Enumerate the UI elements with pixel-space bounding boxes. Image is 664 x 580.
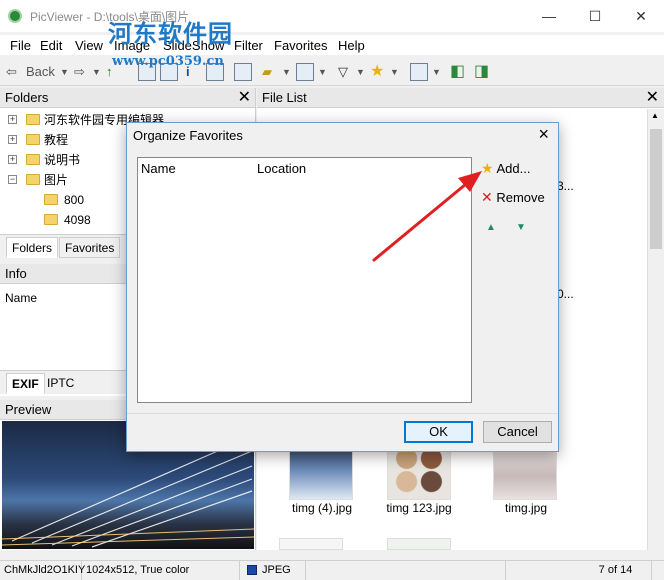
add-button-label: Add...: [496, 161, 531, 176]
move-up-icon[interactable]: ▲: [486, 219, 496, 237]
move-down-icon[interactable]: ▼: [516, 219, 526, 237]
close-button[interactable]: ✕: [618, 0, 664, 32]
status-filename: ChMkJld2O1KIY: [0, 561, 85, 580]
back-dropdown-icon[interactable]: ▼: [60, 62, 69, 82]
menu-bar: File Edit View Image SlideShow Filter Fa…: [0, 35, 664, 55]
menu-help[interactable]: Help: [338, 38, 365, 53]
open-dropdown-icon[interactable]: ▼: [282, 62, 291, 82]
file-list-scrollbar[interactable]: ▲: [647, 109, 664, 550]
scroll-up-icon[interactable]: ▲: [651, 111, 659, 120]
favorites-dropdown-icon[interactable]: ▼: [390, 62, 399, 82]
thumbnail-grid-icon[interactable]: [410, 63, 428, 81]
remove-x-icon: ✕: [481, 189, 493, 205]
watermark-logo: 河东软件园: [108, 19, 233, 48]
preview-panel-title: Preview: [5, 402, 52, 417]
add-favorite-star-icon: ★: [481, 160, 494, 176]
favorites-list[interactable]: Name Location: [137, 157, 472, 403]
thumbnail-image[interactable]: [387, 538, 451, 550]
app-icon: [8, 9, 22, 23]
thumbnail-label[interactable]: timg (4).jpg: [267, 501, 377, 515]
expand-icon[interactable]: +: [8, 155, 17, 164]
expand-icon[interactable]: +: [8, 115, 17, 124]
status-dimensions: 1024x512, True color: [82, 561, 240, 580]
status-empty: [306, 561, 506, 580]
close-folders-panel-icon[interactable]: ✕: [238, 88, 251, 108]
tab-iptc[interactable]: IPTC: [42, 373, 79, 394]
title-bar: PicViewer - D:\tools\桌面\图片 — ☐ ✕: [0, 0, 664, 32]
monitor-icon[interactable]: [296, 63, 314, 81]
tab-exif[interactable]: EXIF: [6, 373, 45, 394]
remove-button[interactable]: ✕ Remove: [481, 188, 545, 207]
folders-panel-header: Folders ✕: [0, 88, 255, 108]
remove-button-label: Remove: [496, 190, 545, 205]
menu-file[interactable]: File: [10, 38, 31, 53]
thumbnail-image[interactable]: [279, 538, 343, 550]
favorites-star-icon[interactable]: ★: [370, 62, 384, 82]
thumbnail-label[interactable]: timg.jpg: [471, 501, 581, 515]
folder-icon: [26, 154, 40, 165]
previous-image-icon[interactable]: ◧: [450, 62, 465, 82]
thumbnail-label[interactable]: timg 123.jpg: [364, 501, 474, 515]
tree-item-label: 说明书: [44, 153, 81, 167]
toolbar: ⇦ Back ▼ ⇨ ▼ ↑ i ▰ ▼ ▼ ▽ ▼ ★ ▼ ▼ ◧ ◨: [0, 58, 664, 86]
watermark-url: www.pc0359.cn: [112, 54, 224, 69]
folder-icon: [26, 134, 40, 145]
minimize-button[interactable]: —: [526, 0, 572, 32]
tab-favorites[interactable]: Favorites: [59, 237, 121, 258]
back-arrow-icon[interactable]: ⇦: [6, 62, 17, 82]
file-label-partial: 3...: [557, 179, 574, 193]
file-label-partial: 0...: [557, 287, 574, 301]
filter-dropdown-icon[interactable]: ▼: [356, 62, 365, 82]
image-format-icon: [247, 565, 257, 575]
tree-item-label: 4098: [64, 213, 91, 227]
maximize-button[interactable]: ☐: [572, 0, 618, 32]
tree-item-label: 图片: [44, 173, 69, 187]
next-image-icon[interactable]: ◨: [474, 62, 489, 82]
menu-edit[interactable]: Edit: [40, 38, 62, 53]
filter-icon[interactable]: ▽: [338, 62, 348, 82]
scrollbar-thumb[interactable]: [650, 129, 662, 249]
menu-filter[interactable]: Filter: [234, 38, 263, 53]
folder-icon: [44, 194, 58, 205]
folders-panel-title: Folders: [5, 90, 49, 105]
info-name-label: Name: [5, 291, 38, 305]
file-list-header: File List ✕: [257, 88, 664, 108]
status-count: 7 of 14: [580, 561, 652, 580]
status-format-label: JPEG: [262, 564, 291, 576]
grid-dropdown-icon[interactable]: ▼: [432, 62, 441, 82]
cancel-button[interactable]: Cancel: [483, 421, 552, 443]
column-header-location[interactable]: Location: [257, 161, 306, 176]
monitor-dropdown-icon[interactable]: ▼: [318, 62, 327, 82]
forward-dropdown-icon[interactable]: ▼: [92, 62, 101, 82]
folder-icon: [26, 114, 40, 125]
column-header-name[interactable]: Name: [141, 161, 176, 176]
open-folder-icon[interactable]: ▰: [262, 62, 272, 82]
folder-icon: [44, 214, 58, 225]
collapse-icon[interactable]: −: [8, 175, 17, 184]
status-bar: ChMkJld2O1KIY 1024x512, True color JPEG …: [0, 560, 664, 580]
tree-item-label: 800: [64, 193, 85, 207]
menu-favorites[interactable]: Favorites: [274, 38, 327, 53]
forward-arrow-icon[interactable]: ⇨: [74, 62, 85, 82]
status-format: JPEG: [244, 561, 306, 580]
close-file-list-icon[interactable]: ✕: [646, 88, 659, 108]
back-button[interactable]: Back: [26, 62, 55, 82]
ok-button[interactable]: OK: [404, 421, 473, 443]
dialog-close-icon[interactable]: ×: [538, 124, 549, 145]
add-button[interactable]: ★ Add...: [481, 159, 530, 178]
tab-folders[interactable]: Folders: [6, 237, 59, 258]
file-list-title: File List: [262, 90, 307, 105]
tree-item-label: 教程: [44, 133, 69, 147]
open-folder-icon: [26, 174, 40, 185]
organize-favorites-dialog: Organize Favorites × Name Location ★ Add…: [126, 122, 559, 452]
fullscreen-icon[interactable]: [234, 63, 252, 81]
dialog-title: Organize Favorites: [133, 128, 243, 143]
expand-icon[interactable]: +: [8, 135, 17, 144]
info-panel-title: Info: [5, 266, 27, 281]
menu-view[interactable]: View: [75, 38, 103, 53]
